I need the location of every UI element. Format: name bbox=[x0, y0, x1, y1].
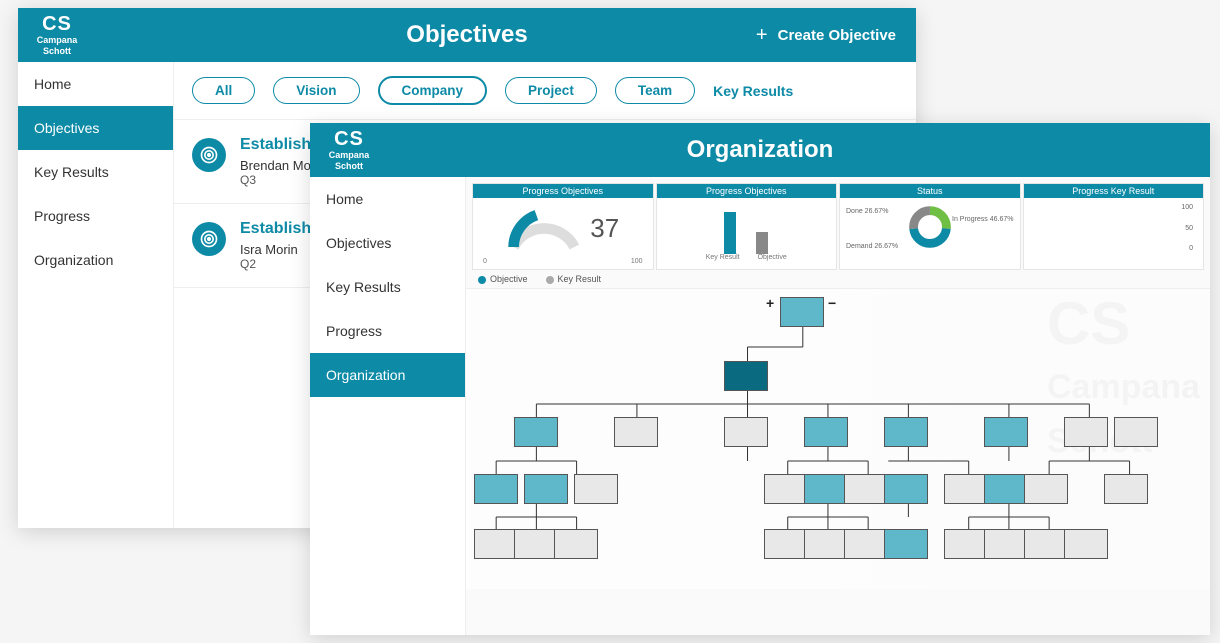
tree-node[interactable] bbox=[1064, 417, 1108, 447]
card-gauge: Progress Objectives 37 0 100 bbox=[472, 183, 654, 270]
tab-all[interactable]: All bbox=[192, 77, 255, 104]
sidebar-item-progress[interactable]: Progress bbox=[310, 309, 465, 353]
sidebar-item-organization[interactable]: Organization bbox=[18, 238, 173, 282]
header: CS Campana Schott Objectives + Create Ob… bbox=[18, 8, 916, 62]
tree-node[interactable] bbox=[844, 474, 888, 504]
tree-node[interactable] bbox=[554, 529, 598, 559]
tree-node[interactable] bbox=[1104, 474, 1148, 504]
swatch-icon bbox=[546, 276, 554, 284]
target-icon bbox=[192, 222, 226, 256]
target-icon bbox=[192, 138, 226, 172]
swatch-icon bbox=[478, 276, 486, 284]
tree-node[interactable] bbox=[884, 474, 928, 504]
tree-node[interactable] bbox=[1114, 417, 1158, 447]
logo-text: CS bbox=[42, 14, 72, 34]
tree-node[interactable] bbox=[764, 529, 808, 559]
create-objective-button[interactable]: + Create Objective bbox=[756, 24, 896, 47]
card-bars: Progress Objectives Key Result Objective bbox=[656, 183, 838, 270]
tree-node[interactable] bbox=[944, 529, 988, 559]
tree-node[interactable] bbox=[780, 297, 824, 327]
tab-team[interactable]: Team bbox=[615, 77, 695, 104]
tree-node[interactable] bbox=[724, 361, 768, 391]
tree-node[interactable] bbox=[724, 417, 768, 447]
sidebar-item-objectives[interactable]: Objectives bbox=[18, 106, 173, 150]
sidebar-item-objectives[interactable]: Objectives bbox=[310, 221, 465, 265]
tree-node[interactable] bbox=[1064, 529, 1108, 559]
tree-node[interactable] bbox=[524, 474, 568, 504]
sidebar-item-keyresults[interactable]: Key Results bbox=[18, 150, 173, 194]
tree-node[interactable] bbox=[614, 417, 658, 447]
sidebar-item-home[interactable]: Home bbox=[18, 62, 173, 106]
legend: Objective Key Result bbox=[466, 270, 1210, 289]
tree-node[interactable] bbox=[1024, 474, 1068, 504]
brand-logo: CS Campana Schott bbox=[18, 8, 96, 62]
plus-icon: + bbox=[756, 24, 768, 47]
create-objective-label: Create Objective bbox=[778, 27, 896, 44]
page-title: Organization bbox=[310, 136, 1210, 164]
tree-node[interactable] bbox=[804, 529, 848, 559]
filter-tabs: All Vision Company Project Team Key Resu… bbox=[174, 62, 916, 120]
logo-sub1: Campana bbox=[37, 36, 78, 45]
card-status: Status Done 26.67% In Progress 46.67% De… bbox=[839, 183, 1021, 270]
tree-node[interactable] bbox=[884, 529, 928, 559]
logo-sub2: Schott bbox=[335, 162, 363, 171]
axis-chart: 100 50 0 bbox=[1024, 198, 1204, 258]
sidebar-item-keyresults[interactable]: Key Results bbox=[310, 265, 465, 309]
tab-vision[interactable]: Vision bbox=[273, 77, 359, 104]
tree-node[interactable] bbox=[984, 529, 1028, 559]
org-content: CSCampanaSchott Progress Objectives 37 bbox=[466, 177, 1210, 635]
org-tree[interactable]: + − bbox=[466, 289, 1210, 589]
tree-node[interactable] bbox=[804, 474, 848, 504]
logo-text: CS bbox=[334, 129, 364, 149]
card-keyresult: Progress Key Result 100 50 0 bbox=[1023, 183, 1205, 270]
tree-node[interactable] bbox=[844, 529, 888, 559]
sidebar: Home Objectives Key Results Progress Org… bbox=[310, 177, 466, 635]
tree-node[interactable] bbox=[764, 474, 808, 504]
tree-node[interactable] bbox=[1024, 529, 1068, 559]
tree-node[interactable] bbox=[514, 417, 558, 447]
organization-window: CS Campana Schott Organization Home Obje… bbox=[310, 123, 1210, 635]
header: CS Campana Schott Organization bbox=[310, 123, 1210, 177]
tree-node[interactable] bbox=[884, 417, 928, 447]
keyresults-link[interactable]: Key Results bbox=[713, 83, 793, 99]
gauge-value: 37 bbox=[590, 213, 619, 244]
sidebar-item-progress[interactable]: Progress bbox=[18, 194, 173, 238]
tree-node[interactable] bbox=[474, 529, 518, 559]
tab-company[interactable]: Company bbox=[378, 76, 488, 105]
sidebar-item-organization[interactable]: Organization bbox=[310, 353, 465, 397]
summary-cards: Progress Objectives 37 0 100 bbox=[466, 177, 1210, 270]
tree-node[interactable] bbox=[984, 417, 1028, 447]
tree-node[interactable] bbox=[474, 474, 518, 504]
tab-project[interactable]: Project bbox=[505, 77, 597, 104]
brand-logo: CS Campana Schott bbox=[310, 123, 388, 177]
sidebar: Home Objectives Key Results Progress Org… bbox=[18, 62, 174, 528]
donut-chart bbox=[907, 204, 953, 250]
tree-node[interactable] bbox=[804, 417, 848, 447]
sidebar-item-home[interactable]: Home bbox=[310, 177, 465, 221]
logo-sub1: Campana bbox=[329, 151, 370, 160]
tree-node[interactable] bbox=[574, 474, 618, 504]
bar-chart bbox=[657, 198, 837, 254]
tree-node[interactable] bbox=[984, 474, 1028, 504]
tree-node[interactable] bbox=[514, 529, 558, 559]
logo-sub2: Schott bbox=[43, 47, 71, 56]
gauge-chart bbox=[506, 204, 582, 252]
tree-node[interactable] bbox=[944, 474, 988, 504]
